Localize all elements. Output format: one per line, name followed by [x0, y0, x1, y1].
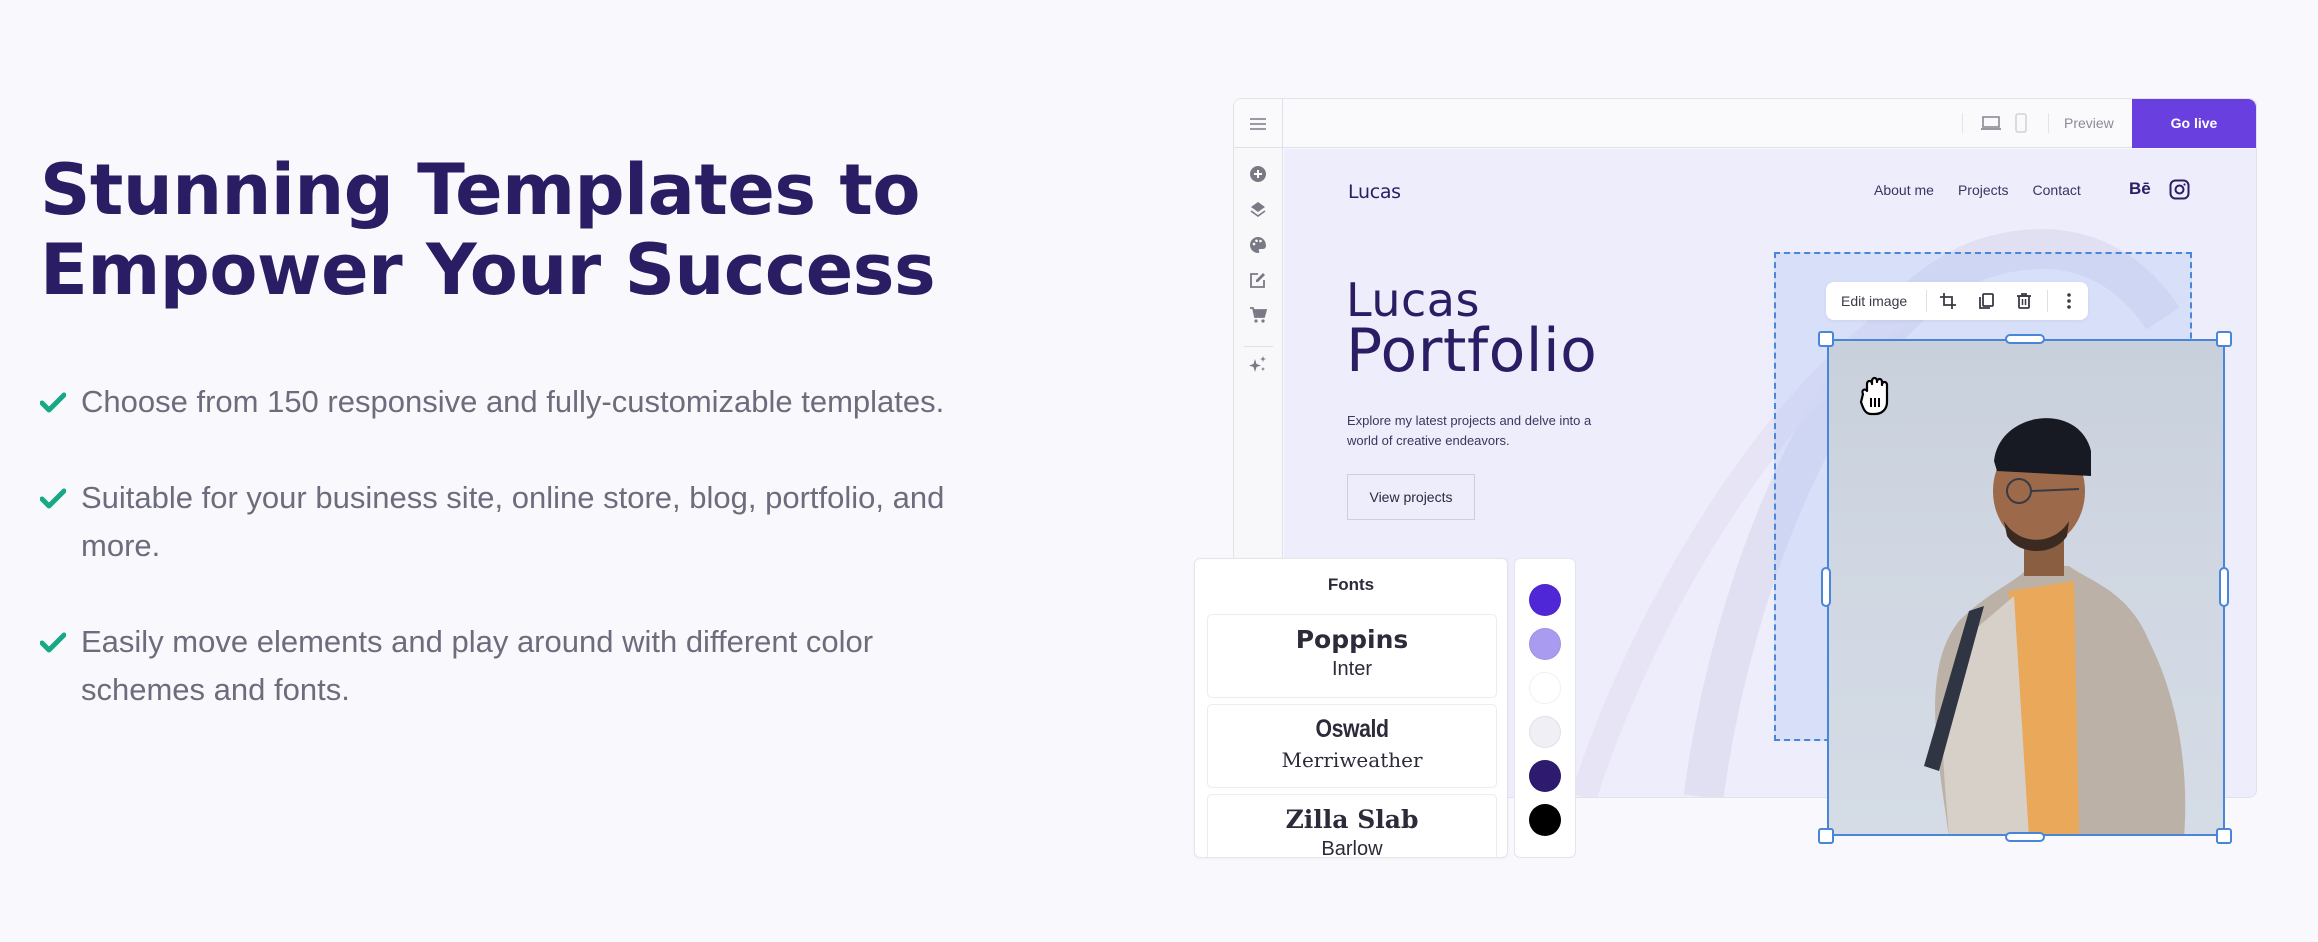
cart-icon	[1250, 307, 1267, 323]
resize-handle-bottom[interactable]	[2005, 832, 2045, 842]
color-palette-panel	[1514, 558, 1576, 858]
nav-link-about[interactable]: About me	[1874, 182, 1934, 198]
font-secondary: Inter	[1331, 658, 1373, 680]
hamburger-icon	[1250, 117, 1266, 130]
site-nav: About me Projects Contact	[1874, 182, 2081, 198]
resize-handle-top[interactable]	[2005, 334, 2045, 344]
mobile-view-button[interactable]	[2008, 111, 2034, 135]
feature-item: Easily move elements and play around wit…	[40, 618, 960, 714]
fonts-panel-title: Fonts	[1327, 575, 1375, 594]
add-element-button[interactable]	[1247, 163, 1269, 185]
color-swatch[interactable]	[1529, 628, 1561, 660]
desktop-view-button[interactable]	[1978, 111, 2004, 135]
font-secondary: Merriweather	[1281, 748, 1423, 772]
feature-item: Choose from 150 responsive and fully-cus…	[40, 378, 960, 426]
more-vertical-icon	[2067, 293, 2071, 309]
theme-button[interactable]	[1247, 234, 1269, 256]
divider	[2048, 113, 2049, 133]
feature-text: Choose from 150 responsive and fully-cus…	[81, 384, 945, 419]
divider	[2047, 290, 2048, 312]
color-swatch[interactable]	[1529, 760, 1561, 792]
color-swatch[interactable]	[1529, 804, 1561, 836]
font-primary: Zilla Slab	[1285, 805, 1419, 834]
duplicate-button[interactable]	[1969, 286, 2003, 316]
checkmark-icon	[40, 392, 66, 413]
layers-button[interactable]	[1247, 198, 1269, 220]
behance-icon[interactable]: Bē	[2129, 179, 2151, 199]
editor-topbar: Preview Go live	[1234, 99, 2256, 148]
feature-list: Choose from 150 responsive and fully-cus…	[40, 378, 960, 762]
nav-link-projects[interactable]: Projects	[1958, 182, 2009, 198]
delete-icon	[2017, 293, 2031, 309]
resize-handle-bottom-right[interactable]	[2216, 828, 2232, 844]
feature-text: Suitable for your business site, online …	[81, 480, 945, 563]
checkmark-icon	[40, 632, 66, 653]
resize-handle-left[interactable]	[1821, 567, 1831, 607]
menu-button[interactable]	[1234, 99, 1283, 148]
view-projects-button[interactable]: View projects	[1347, 474, 1475, 520]
checkmark-icon	[40, 488, 66, 509]
edit-content-button[interactable]	[1247, 269, 1269, 291]
layers-icon	[1250, 202, 1266, 217]
go-live-button[interactable]: Go live	[2132, 99, 2256, 148]
font-secondary: Barlow	[1321, 838, 1383, 858]
instagram-icon[interactable]	[2169, 179, 2190, 200]
site-headline: Lucas Portfolio	[1346, 277, 1598, 386]
ai-assistant-button[interactable]	[1247, 353, 1269, 375]
color-swatch[interactable]	[1529, 716, 1561, 748]
hero-title: Stunning Templates to Empower Your Succe…	[40, 149, 936, 311]
font-primary: Oswald	[1315, 715, 1389, 743]
divider	[1962, 113, 1963, 133]
resize-handle-top-left[interactable]	[1818, 331, 1834, 347]
feature-text: Easily move elements and play around wit…	[81, 624, 874, 707]
palette-icon	[1250, 237, 1266, 253]
divider	[1926, 290, 1927, 312]
sparkles-icon	[1249, 356, 1266, 372]
divider	[1244, 346, 1273, 347]
edit-image-button[interactable]: Edit image	[1826, 293, 1926, 309]
grab-cursor-icon	[1859, 376, 1889, 416]
headline-line-2: Portfolio	[1346, 316, 1598, 386]
crop-icon	[1940, 293, 1956, 309]
image-toolbar: Edit image	[1826, 282, 2088, 320]
resize-handle-bottom-left[interactable]	[1818, 828, 1834, 844]
color-swatch[interactable]	[1529, 584, 1561, 616]
mobile-icon	[2015, 113, 2027, 133]
resize-handle-top-right[interactable]	[2216, 331, 2232, 347]
delete-button[interactable]	[2007, 286, 2041, 316]
feature-item: Suitable for your business site, online …	[40, 474, 960, 570]
font-pair-option[interactable]: Poppins Inter	[1207, 614, 1497, 698]
fonts-panel: Fonts Poppins Inter Oswald Merriweather …	[1194, 558, 1508, 858]
font-primary: Poppins	[1295, 625, 1409, 654]
color-swatch[interactable]	[1529, 672, 1561, 704]
add-circle-icon	[1250, 166, 1266, 182]
crop-button[interactable]	[1931, 286, 1965, 316]
nav-link-contact[interactable]: Contact	[2033, 182, 2081, 198]
font-pair-option[interactable]: Oswald Merriweather	[1207, 704, 1497, 788]
edit-icon	[1250, 273, 1265, 288]
more-options-button[interactable]	[2052, 286, 2086, 316]
store-button[interactable]	[1247, 304, 1269, 326]
resize-handle-right[interactable]	[2219, 567, 2229, 607]
site-logo[interactable]: Lucas	[1348, 181, 1401, 203]
site-subtitle: Explore my latest projects and delve int…	[1347, 413, 1592, 448]
laptop-icon	[1981, 116, 2001, 130]
preview-button[interactable]: Preview	[2064, 99, 2114, 148]
duplicate-icon	[1979, 293, 1994, 309]
font-pair-option[interactable]: Zilla Slab Barlow	[1207, 794, 1497, 858]
